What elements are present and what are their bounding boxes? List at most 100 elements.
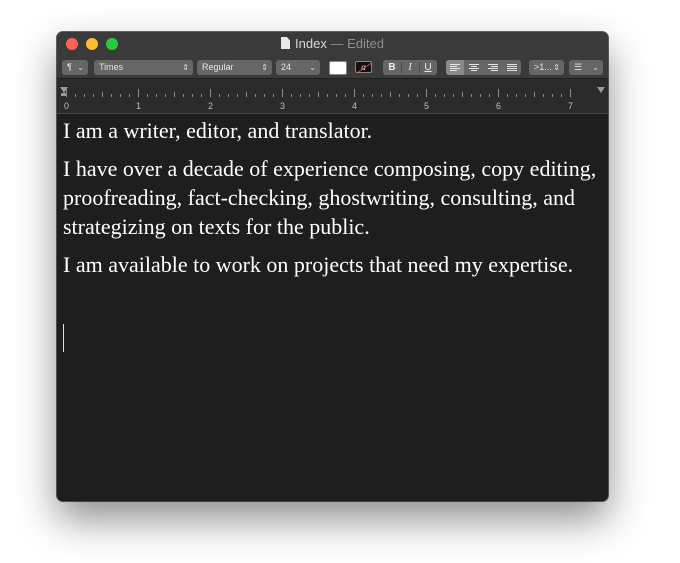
edited-status: — Edited	[330, 36, 384, 51]
title-bar[interactable]: Index — Edited	[57, 32, 608, 56]
line-spacing-popup[interactable]: >1... ⇕	[529, 60, 564, 75]
up-down-arrows-icon: ⇕	[182, 63, 189, 72]
ruler-tick	[309, 94, 310, 97]
ruler-tick	[417, 94, 418, 97]
justify-button[interactable]	[503, 60, 521, 75]
ruler-tick	[390, 92, 391, 97]
ruler-number: 1	[136, 101, 142, 111]
ruler-number: 3	[280, 101, 286, 111]
ruler-tick	[354, 89, 355, 97]
align-right-button[interactable]	[484, 60, 502, 75]
textedit-window: Index — Edited ¶ ⌄ Times ⇕ Regular ⇕ 24 …	[57, 32, 608, 501]
ruler-tick	[516, 94, 517, 97]
ruler-tick	[147, 94, 148, 97]
font-family-value: Times	[99, 62, 124, 72]
ruler-tick	[336, 94, 337, 97]
ruler-tick	[426, 89, 427, 97]
underline-button[interactable]: U	[419, 60, 437, 75]
ruler-tick	[156, 94, 157, 97]
bold-button[interactable]: B	[383, 60, 401, 75]
ruler-tick	[165, 94, 166, 97]
ruler-tick	[219, 94, 220, 97]
ruler-number: 7	[568, 101, 574, 111]
window-title-text: Index	[295, 36, 327, 51]
ruler-tick	[534, 92, 535, 97]
window-title: Index — Edited	[57, 36, 608, 52]
ruler-number: 0	[64, 101, 70, 111]
ruler-tick	[543, 94, 544, 97]
highlight-color-well[interactable]: a	[355, 61, 372, 73]
ruler-tick	[264, 94, 265, 97]
ruler-tick	[84, 94, 85, 97]
paragraph-styles-popup[interactable]: ¶ ⌄	[62, 60, 88, 75]
document-icon	[281, 37, 291, 49]
ruler-tick	[174, 92, 175, 97]
ruler-tick	[570, 89, 571, 97]
ruler-tick	[102, 92, 103, 97]
ruler-tick	[210, 89, 211, 97]
font-size-value: 24	[281, 62, 292, 72]
ruler-number: 6	[496, 101, 502, 111]
ruler-tick	[318, 92, 319, 97]
ruler-tick	[471, 94, 472, 97]
ruler-tick	[480, 94, 481, 97]
ruler-tick	[507, 94, 508, 97]
paragraph-2: I have over a decade of experience compo…	[63, 156, 597, 239]
ruler-tick	[273, 94, 274, 97]
ruler-tick	[381, 94, 382, 97]
ruler-number: 5	[424, 101, 430, 111]
list-bullets-icon: ☰	[574, 62, 583, 72]
ruler-tick	[561, 94, 562, 97]
list-bullets-popup[interactable]: ☰ ⌄	[569, 60, 603, 75]
ruler-tick	[435, 94, 436, 97]
ruler-tick	[111, 94, 112, 97]
align-left-button[interactable]	[446, 60, 464, 75]
ruler-tick	[237, 94, 238, 97]
ruler-tick	[525, 94, 526, 97]
ruler-tick	[300, 94, 301, 97]
ruler-tick	[444, 94, 445, 97]
up-down-arrows-icon: ⇕	[261, 63, 268, 72]
alignment-group	[446, 60, 521, 75]
right-margin-marker[interactable]	[597, 87, 605, 93]
chevron-down-icon: ⌄	[592, 63, 599, 72]
ruler-tick	[138, 89, 139, 97]
ruler-tick	[489, 94, 490, 97]
ruler-tick	[372, 94, 373, 97]
ruler-tick	[282, 89, 283, 97]
ruler-number: 4	[352, 101, 358, 111]
ruler-tick	[66, 89, 67, 97]
ruler-tick	[327, 94, 328, 97]
ruler-tick	[75, 94, 76, 97]
ruler[interactable]: 0 1 2 3 4 5 6 7	[57, 79, 608, 114]
font-family-popup[interactable]: Times ⇕	[94, 60, 193, 75]
paragraph-1: I am a writer, editor, and translator.	[63, 118, 373, 143]
font-traits-group: B I U	[383, 60, 437, 75]
ruler-tick	[408, 94, 409, 97]
ruler-tick	[192, 94, 193, 97]
font-style-popup[interactable]: Regular ⇕	[197, 60, 272, 75]
ruler-tick	[399, 94, 400, 97]
text-color-well[interactable]	[329, 61, 347, 75]
font-style-value: Regular	[202, 62, 234, 72]
ruler-tick	[183, 94, 184, 97]
align-center-button[interactable]	[465, 60, 483, 75]
paragraph-3: I am available to work on projects that …	[63, 252, 574, 277]
ruler-tick	[228, 94, 229, 97]
paragraph-icon: ¶	[67, 62, 72, 72]
ruler-tick	[246, 92, 247, 97]
ruler-number: 2	[208, 101, 214, 111]
chevron-down-icon: ⌄	[77, 63, 84, 72]
ruler-tick	[462, 92, 463, 97]
ruler-tick	[552, 94, 553, 97]
ruler-tick	[291, 94, 292, 97]
ruler-tick	[255, 94, 256, 97]
format-bar: ¶ ⌄ Times ⇕ Regular ⇕ 24 ⌄ a B I U >1...…	[57, 56, 608, 79]
ruler-tick	[498, 89, 499, 97]
document-text-area[interactable]: I am a writer, editor, and translator. I…	[57, 114, 608, 501]
italic-button[interactable]: I	[401, 60, 419, 75]
ruler-tick	[345, 94, 346, 97]
ruler-tick	[93, 94, 94, 97]
font-size-combo[interactable]: 24 ⌄	[276, 60, 320, 75]
ruler-tick	[453, 94, 454, 97]
